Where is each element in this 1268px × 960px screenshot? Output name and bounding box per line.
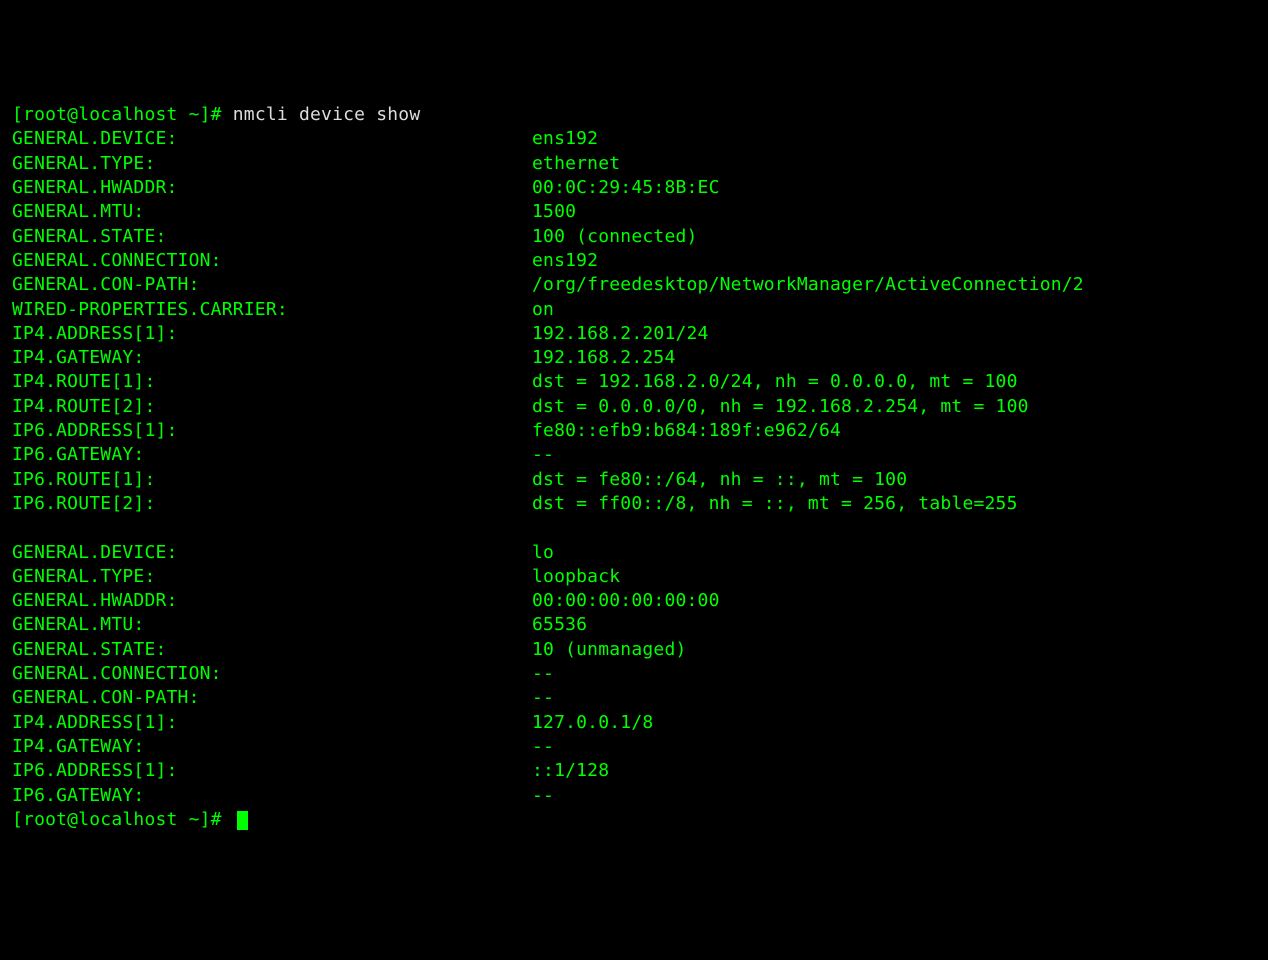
property-key: IP6.ROUTE[2]: <box>12 492 532 516</box>
property-key: GENERAL.HWADDR: <box>12 176 532 200</box>
property-value: dst = fe80::/64, nh = ::, mt = 100 <box>532 469 907 490</box>
property-value: 192.168.2.201/24 <box>532 323 709 344</box>
property-value: 100 (connected) <box>532 226 698 247</box>
property-key: IP6.GATEWAY: <box>12 443 532 467</box>
property-value: ens192 <box>532 250 598 271</box>
property-value: -- <box>532 444 554 465</box>
output-row: GENERAL.DEVICE:lo <box>12 541 1256 565</box>
output-row: GENERAL.TYPE:ethernet <box>12 152 1256 176</box>
output-row: GENERAL.STATE:100 (connected) <box>12 225 1256 249</box>
property-value: 127.0.0.1/8 <box>532 712 653 733</box>
output-row: IP4.GATEWAY:-- <box>12 735 1256 759</box>
property-value: -- <box>532 736 554 757</box>
blank-line <box>12 516 1256 540</box>
property-key: GENERAL.DEVICE: <box>12 541 532 565</box>
property-key: GENERAL.MTU: <box>12 613 532 637</box>
command-text: nmcli device show <box>233 104 421 125</box>
property-key: IP4.ADDRESS[1]: <box>12 711 532 735</box>
property-key: IP4.GATEWAY: <box>12 735 532 759</box>
output-row: GENERAL.CONNECTION:-- <box>12 662 1256 686</box>
output-row: GENERAL.MTU:65536 <box>12 613 1256 637</box>
output-row: WIRED-PROPERTIES.CARRIER:on <box>12 298 1256 322</box>
output-row: IP6.ADDRESS[1]:fe80::efb9:b684:189f:e962… <box>12 419 1256 443</box>
property-key: IP6.ADDRESS[1]: <box>12 419 532 443</box>
property-value: 65536 <box>532 614 587 635</box>
property-value: -- <box>532 663 554 684</box>
output-row: IP4.GATEWAY:192.168.2.254 <box>12 346 1256 370</box>
property-key: GENERAL.DEVICE: <box>12 127 532 151</box>
property-key: GENERAL.STATE: <box>12 638 532 662</box>
property-key: GENERAL.MTU: <box>12 200 532 224</box>
command-output: GENERAL.DEVICE:ens192GENERAL.TYPE:ethern… <box>12 127 1256 807</box>
terminal[interactable]: [root@localhost ~]# nmcli device showGEN… <box>12 103 1256 832</box>
property-key: GENERAL.HWADDR: <box>12 589 532 613</box>
property-value: -- <box>532 785 554 806</box>
prompt-line-2: [root@localhost ~]# <box>12 808 1256 832</box>
property-value: 1500 <box>532 201 576 222</box>
property-key: GENERAL.CONNECTION: <box>12 662 532 686</box>
output-row: GENERAL.TYPE:loopback <box>12 565 1256 589</box>
output-row: IP6.ROUTE[1]:dst = fe80::/64, nh = ::, m… <box>12 468 1256 492</box>
property-key: GENERAL.CONNECTION: <box>12 249 532 273</box>
output-row: IP4.ROUTE[1]:dst = 192.168.2.0/24, nh = … <box>12 370 1256 394</box>
output-row: IP6.GATEWAY:-- <box>12 443 1256 467</box>
output-row: IP4.ROUTE[2]:dst = 0.0.0.0/0, nh = 192.1… <box>12 395 1256 419</box>
property-value: 00:00:00:00:00:00 <box>532 590 720 611</box>
property-key: IP6.GATEWAY: <box>12 784 532 808</box>
property-key: IP4.ROUTE[1]: <box>12 370 532 394</box>
property-value: fe80::efb9:b684:189f:e962/64 <box>532 420 841 441</box>
shell-prompt: [root@localhost ~]# <box>12 104 233 125</box>
property-value: /org/freedesktop/NetworkManager/ActiveCo… <box>532 274 1084 295</box>
property-value: -- <box>532 687 554 708</box>
property-value: 00:0C:29:45:8B:EC <box>532 177 720 198</box>
property-key: IP6.ADDRESS[1]: <box>12 759 532 783</box>
output-row: GENERAL.MTU:1500 <box>12 200 1256 224</box>
output-row: GENERAL.CONNECTION:ens192 <box>12 249 1256 273</box>
property-value: dst = 0.0.0.0/0, nh = 192.168.2.254, mt … <box>532 396 1029 417</box>
property-value: dst = 192.168.2.0/24, nh = 0.0.0.0, mt =… <box>532 371 1018 392</box>
property-value: ::1/128 <box>532 760 609 781</box>
property-key: GENERAL.CON-PATH: <box>12 686 532 710</box>
output-row: GENERAL.CON-PATH:-- <box>12 686 1256 710</box>
output-row: IP4.ADDRESS[1]:192.168.2.201/24 <box>12 322 1256 346</box>
property-key: WIRED-PROPERTIES.CARRIER: <box>12 298 532 322</box>
property-key: GENERAL.TYPE: <box>12 152 532 176</box>
property-key: IP6.ROUTE[1]: <box>12 468 532 492</box>
property-value: 192.168.2.254 <box>532 347 675 368</box>
property-key: GENERAL.STATE: <box>12 225 532 249</box>
cursor-icon <box>237 811 248 830</box>
output-row: GENERAL.CON-PATH:/org/freedesktop/Networ… <box>12 273 1256 297</box>
property-value: lo <box>532 542 554 563</box>
output-row: IP6.ADDRESS[1]:::1/128 <box>12 759 1256 783</box>
property-value: ethernet <box>532 153 620 174</box>
output-row: GENERAL.HWADDR:00:00:00:00:00:00 <box>12 589 1256 613</box>
property-key: GENERAL.TYPE: <box>12 565 532 589</box>
prompt-line-1: [root@localhost ~]# nmcli device show <box>12 103 1256 127</box>
property-key: IP4.ROUTE[2]: <box>12 395 532 419</box>
output-row: GENERAL.HWADDR:00:0C:29:45:8B:EC <box>12 176 1256 200</box>
property-key: IP4.GATEWAY: <box>12 346 532 370</box>
property-value: on <box>532 299 554 320</box>
property-value: 10 (unmanaged) <box>532 639 687 660</box>
property-value: ens192 <box>532 128 598 149</box>
output-row: IP4.ADDRESS[1]:127.0.0.1/8 <box>12 711 1256 735</box>
output-row: IP6.GATEWAY:-- <box>12 784 1256 808</box>
output-row: IP6.ROUTE[2]:dst = ff00::/8, nh = ::, mt… <box>12 492 1256 516</box>
property-key: IP4.ADDRESS[1]: <box>12 322 532 346</box>
property-value: dst = ff00::/8, nh = ::, mt = 256, table… <box>532 493 1018 514</box>
shell-prompt: [root@localhost ~]# <box>12 809 233 830</box>
output-row: GENERAL.STATE:10 (unmanaged) <box>12 638 1256 662</box>
output-row: GENERAL.DEVICE:ens192 <box>12 127 1256 151</box>
property-value: loopback <box>532 566 620 587</box>
property-key: GENERAL.CON-PATH: <box>12 273 532 297</box>
